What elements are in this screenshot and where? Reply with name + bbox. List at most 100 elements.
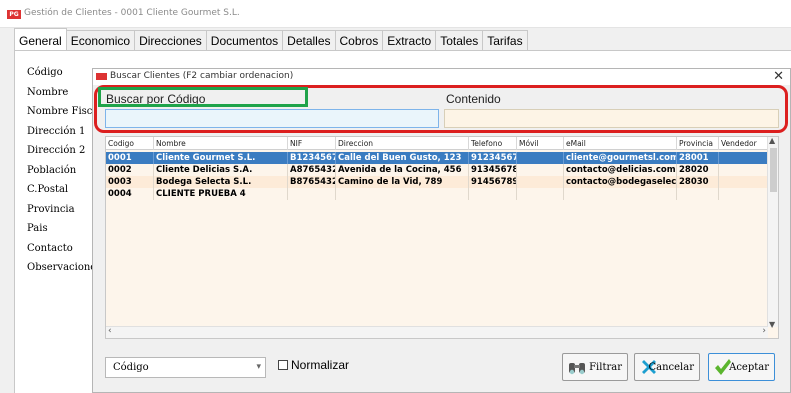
cell-nif: B12345678 [288,152,336,164]
tab-extracto[interactable]: Extracto [383,30,437,51]
label-direccion-2: Dirección 2 [27,145,86,156]
cell-direccion: Calle del Buen Gusto, 123 [336,152,469,164]
scroll-thumb[interactable] [770,148,777,192]
cell-email [564,188,677,200]
cell-nombre: Cliente Delicias S.A. [154,164,288,176]
col-codigo[interactable]: Codigo [106,137,154,150]
cell-vendedor [719,188,769,200]
cell-nombre: Cliente Gourmet S.L. [154,152,288,164]
cell-movil [517,188,564,200]
label-poblacion: Población [27,164,77,176]
tab-documentos[interactable]: Documentos [206,30,284,51]
sort-order-select[interactable]: Código ▾ [105,357,266,378]
scroll-up-icon[interactable]: ▲ [769,137,775,145]
annotation-green-box [98,87,308,107]
scroll-left-icon[interactable]: ‹ [108,326,112,336]
filter-button[interactable]: Filtrar [562,353,628,381]
filter-label: Filtrar [589,362,622,373]
cell-email: contacto@bodegaselecta.com [566,176,677,188]
close-icon[interactable]: ✕ [773,69,784,84]
label-nombre: Nombre [27,86,69,98]
tab-detalles[interactable]: Detalles [283,30,336,51]
normalize-label[interactable]: Normalizar [291,358,349,372]
cancel-button[interactable]: Cancelar [634,353,700,381]
label-codigo: Código [27,67,63,78]
col-provincia[interactable]: Provincia [677,137,719,150]
cell-vendedor [719,164,769,176]
cell-direccion [336,188,469,200]
cell-telefono [469,188,517,200]
cell-provincia: 28001 [677,152,719,164]
accept-label: Aceptar [729,362,769,373]
window-title: Gestión de Clientes - 0001 Cliente Gourm… [24,8,240,18]
cell-nif: A87654321 [288,164,336,176]
cell-nombre: CLIENTE PRUEBA 4 [154,188,288,200]
table-row[interactable]: 0002 Cliente Delicias S.A. A87654321 Ave… [106,164,769,176]
vertical-scrollbar[interactable]: ▲ ▼ [767,137,778,329]
cell-movil [517,164,564,176]
tab-cobros[interactable]: Cobros [335,30,384,51]
col-movil[interactable]: Móvil [517,137,564,150]
cell-provincia [677,188,719,200]
cell-vendedor [719,152,769,164]
col-nombre[interactable]: Nombre [154,137,288,150]
cell-codigo: 0004 [106,188,154,200]
cancel-label: Cancelar [648,362,694,373]
label-pais: Pais [27,223,48,234]
label-contacto: Contacto [27,242,73,254]
col-vendedor[interactable]: Vendedor [719,137,769,150]
cell-email: contacto@delicias.com [566,164,677,176]
clients-grid[interactable]: Codigo Nombre NIF Direccion Telefono Móv… [105,136,779,339]
dialog-titlebar: Buscar Clientes (F2 cambiar ordenacion) … [93,69,790,85]
dialog-app-icon [96,73,107,80]
cell-telefono: 912345678 [469,152,517,164]
cell-provincia: 28030 [677,176,719,188]
cell-nif: B87654321 [288,176,336,188]
grid-header: Codigo Nombre NIF Direccion Telefono Móv… [106,137,769,150]
label-cpostal: C.Postal [27,184,69,195]
table-row[interactable]: 0004 CLIENTE PRUEBA 4 [106,188,769,200]
binoculars-icon [569,363,585,375]
cell-vendedor [719,176,769,188]
scroll-right-icon[interactable]: › [762,326,766,336]
cell-nif [288,188,336,200]
label-nombre-fiscal: Nombre Fiscal [27,106,102,117]
col-email[interactable]: eMail [564,137,677,150]
col-telefono[interactable]: Telefono [469,137,517,150]
cell-telefono: 913456789 [469,164,517,176]
tab-economico[interactable]: Economico [66,30,136,51]
col-direccion[interactable]: Direccion [336,137,469,150]
tab-bar: General Economico Direcciones Documentos… [14,28,528,51]
table-row[interactable]: 0003 Bodega Selecta S.L. B87654321 Camin… [106,176,769,188]
window-titlebar: PG Gestión de Clientes - 0001 Cliente Go… [0,0,791,28]
label-direccion-1: Dirección 1 [27,125,86,137]
form-labels: Código Nombre Nombre Fiscal Dirección 1 … [27,66,102,281]
chevron-down-icon: ▾ [256,362,261,372]
cell-codigo: 0001 [106,152,154,164]
sort-order-value: Código [113,362,149,373]
scroll-down-icon[interactable]: ▼ [769,320,775,329]
label-observaciones: Observaciones [27,262,102,273]
label-provincia: Provincia [27,203,75,215]
accept-button[interactable]: Aceptar [708,353,775,381]
cell-telefono: 914567890 [469,176,517,188]
cell-codigo: 0003 [106,176,154,188]
cell-direccion: Camino de la Vid, 789 [336,176,469,188]
cell-provincia: 28020 [677,164,719,176]
cell-movil [517,152,564,164]
cell-direccion: Avenida de la Cocina, 456 [336,164,469,176]
tab-direcciones[interactable]: Direcciones [135,30,207,51]
app-icon: PG [7,10,21,19]
dialog-title: Buscar Clientes (F2 cambiar ordenacion) [110,71,294,81]
tab-tarifas[interactable]: Tarifas [483,30,528,51]
tab-general[interactable]: General [14,28,67,51]
col-nif[interactable]: NIF [288,137,336,150]
normalize-checkbox[interactable] [278,360,288,370]
cell-codigo: 0002 [106,164,154,176]
table-row[interactable]: 0001 Cliente Gourmet S.L. B12345678 Call… [106,152,769,164]
horizontal-scrollbar[interactable]: ‹ › [106,326,768,338]
cell-email: cliente@gourmetsl.com [566,152,677,164]
cell-movil [517,176,564,188]
tab-totales[interactable]: Totales [436,30,484,51]
cell-nombre: Bodega Selecta S.L. [154,176,288,188]
